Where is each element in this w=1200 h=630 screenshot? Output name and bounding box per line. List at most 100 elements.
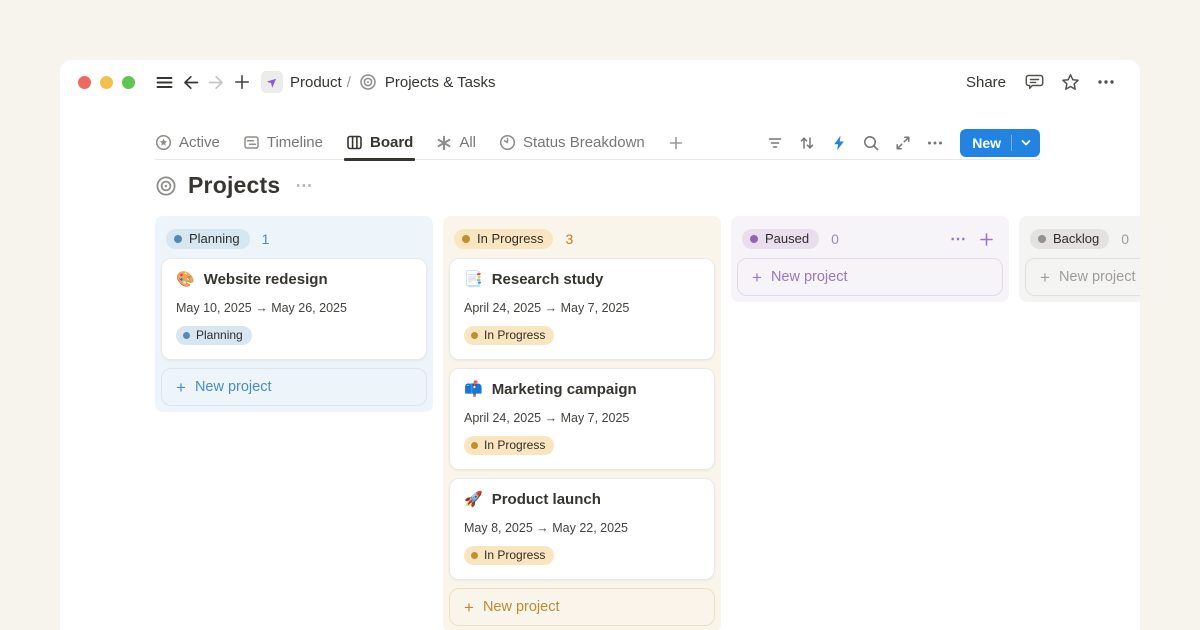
sidebar-toggle-button[interactable] [151, 69, 177, 95]
new-project-button[interactable]: + New project [161, 368, 427, 406]
more-options-button[interactable] [1092, 68, 1120, 96]
tab-status-breakdown[interactable]: Status Breakdown [499, 126, 645, 160]
status-badge: In Progress [464, 436, 554, 455]
page-title: Projects [188, 172, 280, 199]
column-count: 1 [262, 231, 270, 247]
plus-icon: + [464, 599, 474, 616]
tab-label: Timeline [267, 134, 323, 151]
new-project-button[interactable]: + New project [737, 258, 1003, 296]
plus-icon: + [176, 379, 186, 396]
column-actions: ⋯ [950, 229, 998, 249]
status-badge[interactable]: In Progress [454, 229, 553, 249]
project-card[interactable]: 🎨 Website redesign May 10, 2025 → May 26… [161, 258, 427, 360]
status-label: Planning [189, 231, 240, 246]
kanban-board: Planning 1 🎨 Website redesign May 10, 20… [155, 216, 1140, 630]
search-button[interactable] [858, 130, 884, 156]
filter-icon [766, 134, 784, 152]
project-card[interactable]: 📫 Marketing campaign April 24, 2025 → Ma… [449, 368, 715, 470]
card-title: Website redesign [204, 271, 328, 288]
card-status-row: In Progress [464, 546, 700, 565]
palette-emoji-icon: 🎨 [176, 272, 195, 287]
automations-button[interactable] [826, 130, 852, 156]
status-badge: In Progress [464, 546, 554, 565]
tab-label: Active [179, 134, 220, 151]
clock-icon [499, 134, 516, 151]
status-label: In Progress [484, 548, 545, 562]
column-count: 0 [831, 231, 839, 247]
tab-timeline[interactable]: Timeline [243, 126, 323, 160]
sort-button[interactable] [794, 130, 820, 156]
card-title-row: 🎨 Website redesign [176, 271, 412, 288]
new-dropdown-button[interactable] [1012, 129, 1040, 157]
column-header: Paused 0 ⋯ [737, 222, 1003, 258]
column-options-button[interactable]: ⋯ [950, 229, 967, 249]
board-icon [346, 134, 363, 151]
status-dot [750, 235, 758, 243]
new-button-group: New [960, 129, 1040, 157]
mailbox-emoji-icon: 📫 [464, 382, 483, 397]
new-page-button[interactable] [229, 69, 255, 95]
back-button[interactable] [177, 69, 203, 95]
arrow-right-icon [207, 73, 226, 92]
status-dot [471, 442, 478, 449]
column-count: 0 [1121, 231, 1129, 247]
tab-all[interactable]: All [436, 126, 476, 160]
status-badge[interactable]: Backlog [1030, 229, 1109, 249]
status-label: Paused [765, 231, 809, 246]
status-badge[interactable]: Paused [742, 229, 819, 249]
close-window-button[interactable] [78, 76, 91, 89]
favorite-button[interactable] [1056, 68, 1084, 96]
new-project-button[interactable]: + New project [449, 588, 715, 626]
timeline-icon [243, 134, 260, 151]
plus-icon: + [752, 269, 762, 286]
title-options-button[interactable]: ⋯ [291, 176, 317, 196]
arrow-left-icon [181, 73, 200, 92]
workspace-logo-icon: ➤ [263, 72, 282, 91]
card-title: Marketing campaign [492, 381, 637, 398]
lightning-icon [830, 134, 848, 152]
status-label: Planning [196, 328, 243, 342]
chevron-down-icon [1020, 137, 1032, 149]
filter-button[interactable] [762, 130, 788, 156]
new-project-label: New project [771, 269, 848, 285]
status-badge[interactable]: Planning [166, 229, 250, 249]
titlebar-actions: Share [960, 68, 1120, 96]
column-add-button[interactable] [979, 232, 994, 247]
column-paused: Paused 0 ⋯ + New project [731, 216, 1009, 302]
star-icon [1060, 72, 1081, 93]
workspace-logo[interactable]: ➤ [261, 71, 283, 93]
add-view-button[interactable] [668, 126, 684, 160]
view-tabs-bar: Active Timeline Board All Status Breakdo… [155, 126, 1040, 160]
minimize-window-button[interactable] [100, 76, 113, 89]
card-title-row: 🚀 Product launch [464, 491, 700, 508]
comments-button[interactable] [1020, 68, 1048, 96]
status-badge: In Progress [464, 326, 554, 345]
breadcrumb-workspace[interactable]: Product [287, 74, 345, 91]
new-button[interactable]: New [960, 129, 1011, 157]
card-date-range: May 10, 2025 → May 26, 2025 [176, 301, 412, 315]
tab-label: All [459, 134, 476, 151]
plus-icon: + [1040, 269, 1050, 286]
view-options-button[interactable] [922, 130, 948, 156]
share-button[interactable]: Share [960, 72, 1012, 93]
card-title: Research study [492, 271, 604, 288]
breadcrumb-page[interactable]: Projects & Tasks [382, 74, 499, 91]
status-dot [471, 552, 478, 559]
project-card[interactable]: 🚀 Product launch May 8, 2025 → May 22, 2… [449, 478, 715, 580]
card-title: Product launch [492, 491, 601, 508]
forward-button[interactable] [203, 69, 229, 95]
new-project-label: New project [195, 379, 272, 395]
hamburger-icon [155, 73, 174, 92]
new-project-button[interactable]: + New project [1025, 258, 1140, 296]
ellipsis-icon [926, 134, 944, 152]
card-date-range: May 8, 2025 → May 22, 2025 [464, 521, 700, 535]
column-header: Backlog 0 [1025, 222, 1140, 258]
status-dot [183, 332, 190, 339]
expand-icon [894, 134, 912, 152]
tab-active[interactable]: Active [155, 126, 220, 160]
expand-button[interactable] [890, 130, 916, 156]
project-card[interactable]: 📑 Research study April 24, 2025 → May 7,… [449, 258, 715, 360]
maximize-window-button[interactable] [122, 76, 135, 89]
bookmark-tabs-emoji-icon: 📑 [464, 272, 483, 287]
tab-board[interactable]: Board [346, 126, 413, 160]
